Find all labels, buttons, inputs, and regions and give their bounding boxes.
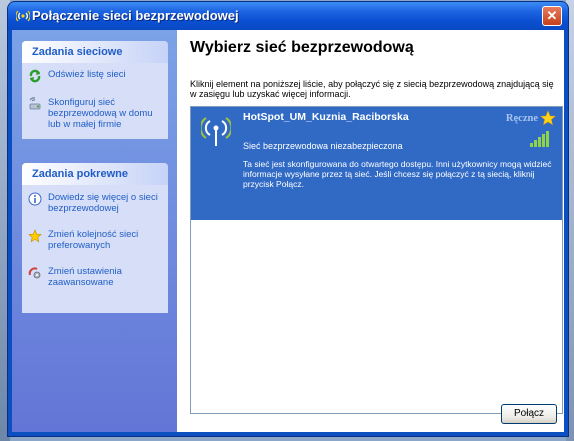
wireless-icon (16, 10, 30, 22)
title-bar[interactable]: Połączenie sieci bezprzewodowej ✕ (8, 2, 568, 30)
settings-icon (28, 267, 41, 279)
refresh-icon (29, 69, 41, 83)
learn-wireless-link[interactable]: Dowiedz się więcej o sieci bezprzewodowe… (22, 188, 168, 220)
connect-button[interactable]: Połącz (501, 404, 557, 424)
task-label: Zmień kolejność sieci preferowanych (48, 229, 139, 251)
task-sidebar: Zadania sieciowe Odśwież listę sieci Sko… (12, 30, 177, 432)
network-tasks-panel: Zadania sieciowe Odśwież listę sieci Sko… (22, 41, 168, 139)
page-title: Wybierz sieć bezprzewodową (190, 39, 414, 56)
panel-heading-network-tasks: Zadania sieciowe (22, 41, 168, 63)
task-label: Odśwież listę sieci (48, 69, 126, 80)
panel-heading-related-tasks: Zadania pokrewne (22, 163, 168, 185)
connection-mode: Ręczne (505, 113, 538, 124)
setup-network-icon (29, 97, 41, 110)
network-list[interactable]: HotSpot_UM_Kuznia_Raciborska Ręczne Sieć… (190, 106, 563, 414)
window-client-area: Zadania sieciowe Odśwież listę sieci Sko… (12, 30, 564, 432)
task-label: Dowiedz się więcej o sieci bezprzewodowe… (48, 192, 158, 214)
star-icon (28, 229, 42, 243)
close-button[interactable]: ✕ (542, 6, 562, 26)
window-title: Połączenie sieci bezprzewodowej (32, 8, 239, 23)
preferred-star-icon (540, 110, 556, 126)
wireless-connection-window: Połączenie sieci bezprzewodowej ✕ Zadani… (8, 2, 568, 436)
task-label: Skonfiguruj sieć bezprzewodową w domu lu… (48, 97, 153, 130)
page-description: Kliknij element na poniższej liście, aby… (190, 79, 554, 99)
security-status: Sieć bezprzewodowa niezabezpieczona (243, 141, 403, 151)
info-icon (28, 192, 42, 206)
close-icon: ✕ (546, 8, 558, 23)
network-info-text: Ta sieć jest skonfigurowana do otwartego… (243, 159, 552, 189)
change-preferred-order-link[interactable]: Zmień kolejność sieci preferowanych (22, 225, 168, 257)
main-content: Wybierz sieć bezprzewodową Kliknij eleme… (177, 30, 564, 432)
network-name: HotSpot_UM_Kuznia_Raciborska (243, 111, 409, 123)
signal-strength-icon (530, 131, 549, 147)
setup-home-network-link[interactable]: Skonfiguruj sieć bezprzewodową w domu lu… (22, 93, 168, 136)
wireless-network-icon (201, 117, 231, 146)
refresh-network-list-link[interactable]: Odśwież listę sieci (22, 65, 168, 86)
network-list-item[interactable]: HotSpot_UM_Kuznia_Raciborska Ręczne Sieć… (191, 107, 562, 220)
task-label: Zmień ustawienia zaawansowane (48, 266, 122, 288)
change-advanced-settings-link[interactable]: Zmień ustawienia zaawansowane (22, 262, 168, 294)
related-tasks-panel: Zadania pokrewne Dowiedz się więcej o si… (22, 163, 168, 313)
